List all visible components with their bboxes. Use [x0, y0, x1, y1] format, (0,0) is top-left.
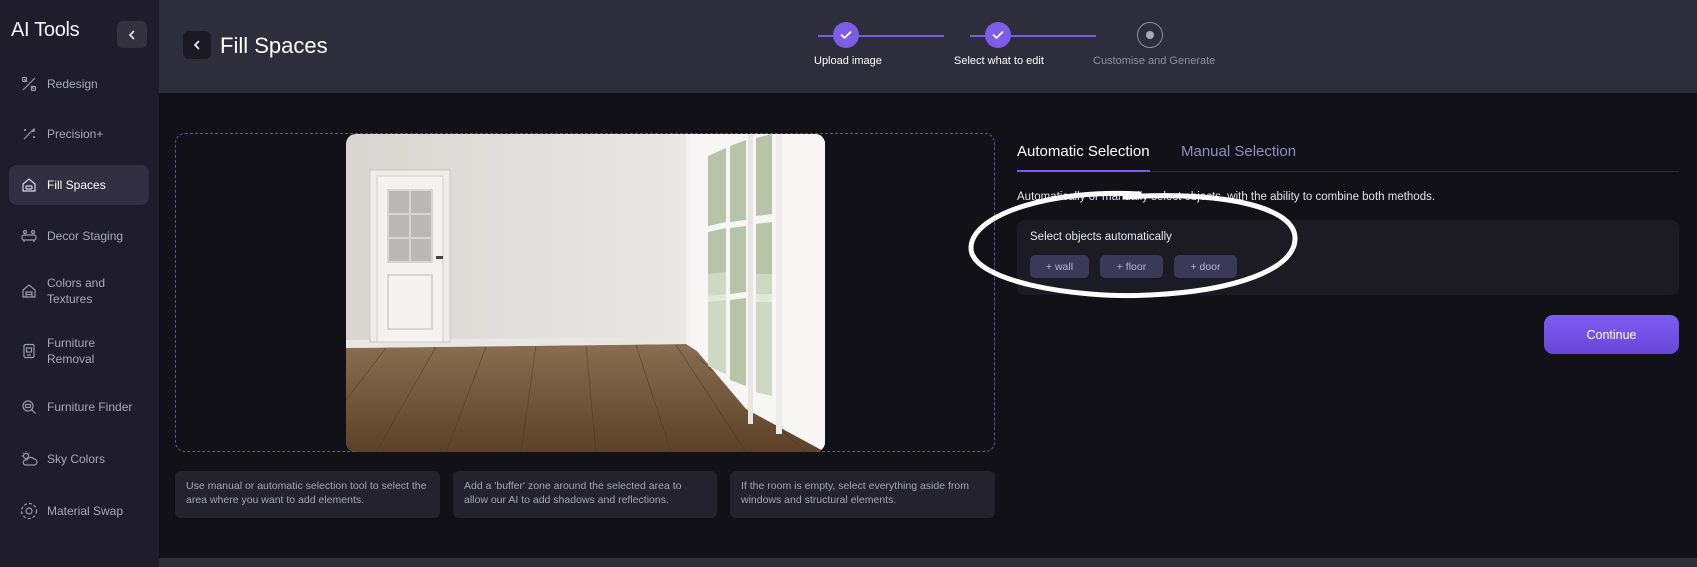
- sidebar-item-label: Decor Staging: [47, 229, 124, 243]
- step-customise-and-generate: [1137, 22, 1163, 48]
- step-label: Upload image: [814, 55, 882, 67]
- brand-title: AI Tools: [11, 19, 80, 41]
- check-icon: [992, 31, 1004, 39]
- sidebar-item-fill-spaces[interactable]: Fill Spaces: [9, 165, 149, 205]
- tab-manual-selection[interactable]: Manual Selection: [1181, 143, 1296, 160]
- check-icon: [840, 31, 852, 39]
- sidebar-item-label: Precision+: [47, 127, 104, 141]
- room-image[interactable]: [346, 134, 825, 452]
- material-swap-icon: [20, 502, 38, 520]
- sidebar-item-label: Material Swap: [47, 504, 124, 518]
- sidebar: AI Tools Redesign Precision+ Fill Spaces: [0, 0, 159, 567]
- sidebar-item-decor-staging[interactable]: Decor Staging: [9, 216, 149, 256]
- step-select-what-to-edit: [985, 22, 1011, 48]
- tab-automatic-selection[interactable]: Automatic Selection: [1017, 143, 1150, 160]
- back-button[interactable]: [183, 31, 211, 59]
- auto-select-card: Select objects automatically + wall + fl…: [1017, 220, 1679, 295]
- chip-floor[interactable]: + floor: [1100, 255, 1163, 278]
- sidebar-item-furniture-removal[interactable]: Furniture Removal: [9, 326, 149, 376]
- chevron-left-icon: [193, 40, 200, 50]
- tip-card: Add a 'buffer' zone around the selected …: [453, 471, 717, 518]
- step-label: Select what to edit: [954, 55, 1044, 67]
- sidebar-item-material-swap[interactable]: Material Swap: [9, 491, 149, 531]
- precision-icon: [20, 125, 38, 143]
- tip-card: Use manual or automatic selection tool t…: [175, 471, 440, 518]
- collapse-sidebar-button[interactable]: [117, 21, 147, 48]
- selection-tabs: Automatic Selection Manual Selection: [1017, 140, 1679, 172]
- page-title: Fill Spaces: [220, 33, 328, 58]
- sidebar-item-furniture-finder[interactable]: Furniture Finder: [9, 387, 149, 427]
- chip-wall[interactable]: + wall: [1030, 255, 1089, 278]
- step-label: Customise and Generate: [1093, 55, 1216, 67]
- furniture-removal-icon: [20, 342, 38, 360]
- sidebar-item-label: Sky Colors: [47, 452, 106, 466]
- sidebar-item-precision[interactable]: Precision+: [9, 114, 149, 154]
- auto-select-title: Select objects automatically: [1030, 231, 1172, 243]
- active-tab-indicator: [1017, 170, 1150, 172]
- chip-door[interactable]: + door: [1174, 255, 1237, 278]
- sidebar-item-label: Fill Spaces: [47, 178, 106, 192]
- sidebar-item-label: Furniture Finder: [47, 400, 133, 414]
- furniture-finder-icon: [20, 398, 38, 416]
- decor-staging-icon: [20, 227, 38, 245]
- sidebar-item-label: Colors and Textures: [47, 276, 106, 306]
- header: Fill Spaces Upload image Select what to …: [159, 0, 1697, 93]
- sidebar-item-label: Redesign: [47, 77, 98, 91]
- room-illustration: [346, 134, 825, 452]
- tip-card: If the room is empty, select everything …: [730, 471, 995, 518]
- sidebar-item-colors-textures[interactable]: Colors and Textures: [9, 266, 149, 316]
- sky-colors-icon: [20, 450, 38, 468]
- continue-button[interactable]: Continue: [1544, 315, 1679, 354]
- sidebar-item-label: Furniture Removal: [47, 336, 96, 366]
- chevron-left-icon: [128, 30, 135, 39]
- step-current-dot: [1146, 31, 1154, 39]
- sidebar-item-redesign[interactable]: Redesign: [9, 64, 149, 104]
- sidebar-item-sky-colors[interactable]: Sky Colors: [9, 439, 149, 479]
- colors-textures-icon: [20, 282, 38, 300]
- step-upload-image: [833, 22, 859, 48]
- redesign-icon: [20, 75, 38, 93]
- fill-spaces-icon: [20, 176, 38, 194]
- selection-description: Automatically or manually select objects…: [1017, 191, 1436, 203]
- bottom-bar: [159, 558, 1697, 567]
